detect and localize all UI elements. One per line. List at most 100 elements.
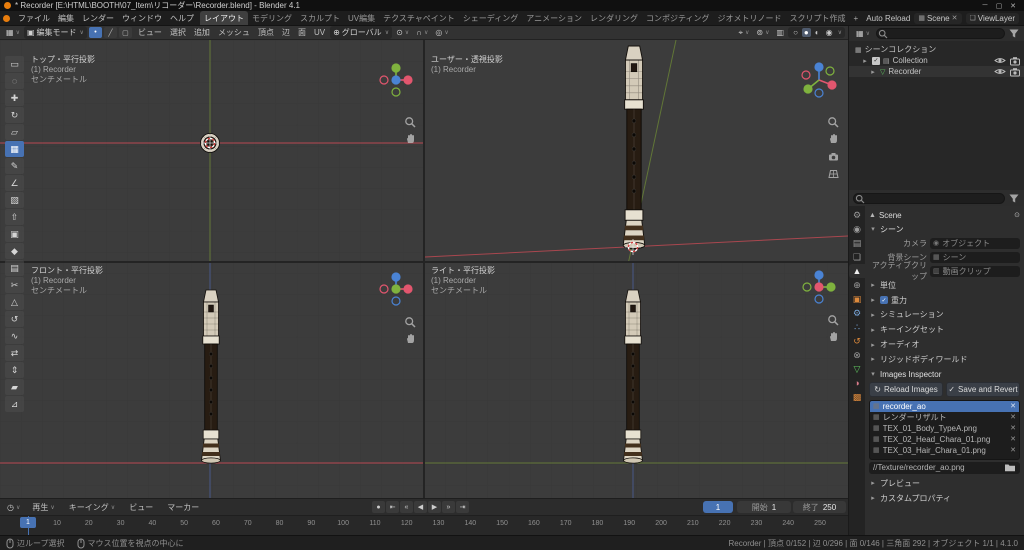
close-icon[interactable]: ✕ xyxy=(1010,446,1016,454)
workspace-tab[interactable]: スクリプト作成 xyxy=(785,11,849,25)
menu-item[interactable]: 編集 xyxy=(54,13,78,24)
image-list-item[interactable]: ▦ TEX_03_Hair_Chara_01.png ✕ xyxy=(870,445,1019,456)
close-button[interactable]: ✕ xyxy=(1006,2,1020,10)
zoom-icon[interactable] xyxy=(404,316,417,329)
disable-in-renders-toggle[interactable] xyxy=(1009,67,1021,77)
material-preview-shading-button[interactable]: ◐ xyxy=(813,28,822,37)
timeline-menu-item[interactable]: キーイング ∨ xyxy=(65,502,119,513)
gravity-checkbox[interactable]: ✓ xyxy=(880,296,888,305)
navigation-gizmo-right[interactable] xyxy=(800,268,838,306)
move-tool[interactable]: ✚ xyxy=(5,90,24,106)
timeline-editor-type-button[interactable]: ◷ ∨ xyxy=(4,503,23,512)
timeline-menu-item[interactable]: マーカー xyxy=(163,502,203,513)
save-and-revert-button[interactable]: ✓ Save and Revert xyxy=(946,382,1020,398)
editor-type-button[interactable]: ▦ ∨ xyxy=(3,28,23,37)
navigation-gizmo-perspective[interactable] xyxy=(800,61,838,99)
close-icon[interactable]: ✕ xyxy=(1010,424,1016,432)
object-tab[interactable]: ▣ xyxy=(849,292,865,306)
recorder-model-front-view[interactable] xyxy=(201,289,221,464)
collapsed-section-header[interactable]: ▸ プレビュー xyxy=(869,476,1020,491)
outliner-collection-row[interactable]: ▸ ✓ ▤ Collection xyxy=(849,55,1024,66)
menu-item[interactable]: ファイル xyxy=(14,13,54,24)
pan-hand-icon[interactable] xyxy=(404,332,417,345)
workspace-tab[interactable]: シェーディング xyxy=(459,11,522,25)
quad-view-horizontal-divider[interactable] xyxy=(0,261,848,263)
rotate-tool[interactable]: ↻ xyxy=(5,107,24,123)
viewport-menu-item[interactable]: 追加 xyxy=(190,27,214,38)
play-button[interactable]: ▶ xyxy=(428,501,441,513)
collection-checkbox[interactable]: ✓ xyxy=(872,56,880,65)
workspace-tab[interactable]: レンダリング xyxy=(586,11,642,25)
collapsed-section-header[interactable]: ▸ ✓ 重力 xyxy=(869,293,1020,308)
select-box-tool[interactable]: ▭ xyxy=(5,56,24,72)
filter-icon[interactable] xyxy=(1008,193,1020,204)
maximize-button[interactable]: ▢ xyxy=(992,2,1006,10)
zoom-icon[interactable] xyxy=(827,116,840,129)
bevel-tool[interactable]: ◆ xyxy=(5,243,24,259)
smooth-tool[interactable]: ∿ xyxy=(5,328,24,344)
properties-search-input[interactable] xyxy=(853,192,1005,204)
solid-shading-button[interactable]: ● xyxy=(801,28,811,37)
rendered-shading-button[interactable]: ◉ xyxy=(824,28,835,37)
rip-region-tool[interactable]: ⊿ xyxy=(5,396,24,412)
start-frame-field[interactable]: 開始 1 xyxy=(737,501,791,513)
disable-in-renders-toggle[interactable] xyxy=(1009,56,1021,66)
image-list-item[interactable]: ▦ TEX_01_Body_TypeA.png ✕ xyxy=(870,423,1019,434)
hide-in-viewport-toggle[interactable] xyxy=(994,66,1006,77)
current-frame-field[interactable]: 1 xyxy=(703,501,733,513)
workspace-tab[interactable]: ジオメトリノード xyxy=(713,11,785,25)
navigation-gizmo-top[interactable] xyxy=(377,61,415,99)
workspace-tab[interactable]: アニメーション xyxy=(522,11,586,25)
viewport-menu-item[interactable]: 選択 xyxy=(166,27,190,38)
proportional-editing-button[interactable]: ◎ ∨ xyxy=(432,28,451,37)
minimize-button[interactable]: ─ xyxy=(978,2,992,9)
timeline-ruler[interactable]: 10 20 30 40 50 60 70 80 90 100 110 120 130 140 150 160 1… xyxy=(0,515,848,535)
edge-slide-tool[interactable]: ⇄ xyxy=(5,345,24,361)
pan-hand-icon[interactable] xyxy=(404,132,417,145)
object-picker-field[interactable]: ▥ 動画クリップ xyxy=(930,265,1020,277)
hide-in-viewport-toggle[interactable] xyxy=(994,55,1006,66)
scene-section-header[interactable]: ▾ シーン xyxy=(869,222,1020,236)
navigation-gizmo-front[interactable] xyxy=(377,270,415,308)
outliner-editor-type-button[interactable]: ▦ ∨ xyxy=(853,29,873,38)
previous-keyframe-button[interactable]: « xyxy=(400,501,413,513)
poly-build-tool[interactable]: △ xyxy=(5,294,24,310)
close-icon[interactable]: ✕ xyxy=(1010,435,1016,443)
collapsed-section-header[interactable]: ▸ カスタムプロパティ xyxy=(869,491,1020,506)
texture-tab[interactable]: ▩ xyxy=(849,390,865,404)
shrink-fatten-tool[interactable]: ⇕ xyxy=(5,362,24,378)
workspace-tab[interactable]: モデリング xyxy=(248,11,296,25)
pivot-point-button[interactable]: ⊙ ∨ xyxy=(393,28,412,37)
viewport-menu-item[interactable]: 面 xyxy=(294,27,310,38)
output-tab[interactable]: ▤ xyxy=(849,236,865,250)
show-gizmo-button[interactable]: ⌖ ∨ xyxy=(735,28,752,38)
blender-menu-icon[interactable] xyxy=(3,14,10,22)
add-workspace-button[interactable]: + xyxy=(849,14,862,23)
3d-viewport[interactable]: ▭ ◌ ✚ ↻ ▱ ▦ ✎ ∠ ▧ ⇧ ▣ ◆ ▤ ✂ △ ↺ ∿ ⇄ ⇕ ▰ ⊿ トップ・平行投影 (1) Recor… xyxy=(0,40,848,498)
pin-icon[interactable]: ⊙ xyxy=(1014,211,1020,219)
add-cube-tool[interactable]: ▧ xyxy=(5,192,24,208)
jump-to-end-button[interactable]: ⇥ xyxy=(456,501,469,513)
viewport-menu-item[interactable]: 辺 xyxy=(278,27,294,38)
image-path-field[interactable]: //Texture/recorder_ao.png xyxy=(869,461,1020,474)
scene-selector[interactable]: ▦ Scene ✕ xyxy=(914,12,962,24)
auto-keying-button[interactable]: ● xyxy=(372,501,385,513)
tool-tab[interactable]: ⚙ xyxy=(849,208,865,222)
pan-hand-icon[interactable] xyxy=(827,132,840,145)
render-tab[interactable]: ◉ xyxy=(849,222,865,236)
viewport-menu-item[interactable]: UV xyxy=(310,28,329,37)
mode-dropdown[interactable]: ▣ 編集モード ∨ xyxy=(23,26,87,39)
scale-tool[interactable]: ▱ xyxy=(5,124,24,140)
viewport-menu-item[interactable]: メッシュ xyxy=(214,27,254,38)
extrude-region-tool[interactable]: ⇧ xyxy=(5,209,24,225)
play-reverse-button[interactable]: ◀ xyxy=(414,501,427,513)
viewport-canvas[interactable] xyxy=(0,40,848,498)
knife-tool[interactable]: ✂ xyxy=(5,277,24,293)
next-keyframe-button[interactable]: » xyxy=(442,501,455,513)
constraints-tab[interactable]: ⊗ xyxy=(849,348,865,362)
workspace-tab[interactable]: レイアウト xyxy=(200,11,248,25)
auto-reload-label[interactable]: Auto Reload xyxy=(866,14,910,23)
folder-icon[interactable] xyxy=(1004,462,1016,473)
viewport-menu-item[interactable]: ビュー xyxy=(134,27,166,38)
menu-item[interactable]: レンダー xyxy=(78,13,118,24)
